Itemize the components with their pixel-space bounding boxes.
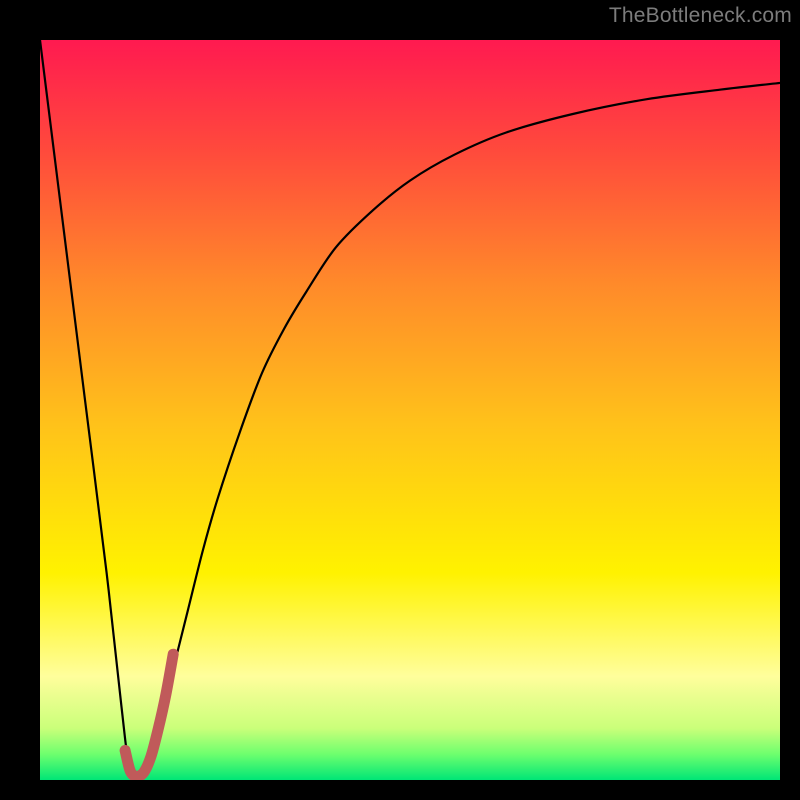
chart-svg: [40, 40, 780, 780]
watermark-label: TheBottleneck.com: [609, 4, 792, 28]
plot-area: [40, 40, 780, 780]
gradient-background: [40, 40, 780, 780]
chart-frame: TheBottleneck.com: [0, 0, 800, 800]
